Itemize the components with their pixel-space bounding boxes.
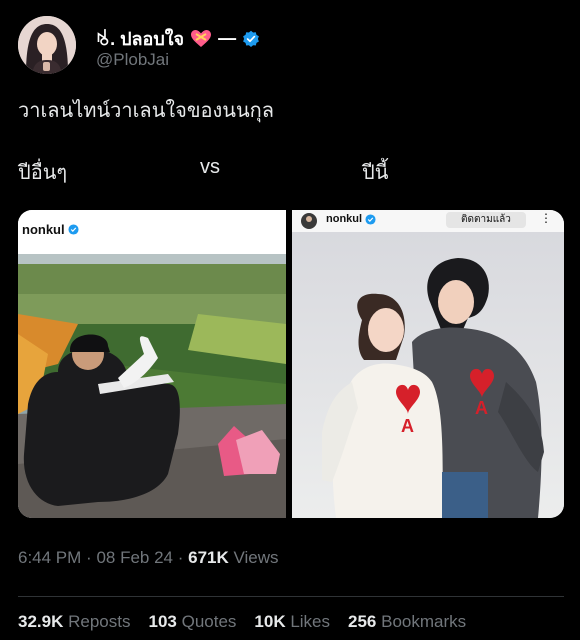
author-name-suffix: — <box>218 28 237 48</box>
heart-with-ribbon-emoji-icon <box>191 29 212 47</box>
photo-man-on-rock <box>18 254 286 518</box>
avatar-image <box>18 16 76 74</box>
reposts-label: Reposts <box>68 612 131 631</box>
author-name-row[interactable]: ꂚ. ปลอบใจ — <box>96 24 260 53</box>
quotes-count: 103 <box>148 612 177 631</box>
username-text: nonkul <box>326 213 363 225</box>
photo-couple-sweaters: A A <box>292 232 564 518</box>
verified-badge-icon <box>68 224 79 235</box>
label-vs: vs <box>200 156 220 178</box>
label-this-year: ปีนี้ <box>362 162 389 184</box>
author-handle[interactable]: @PlobJai <box>96 50 169 70</box>
bookmarks-stat[interactable]: 256 Bookmarks <box>348 612 466 632</box>
engagement-stats: 32.9K Reposts 103 Quotes 10K Likes 256 B… <box>18 612 466 632</box>
verified-badge-icon <box>243 30 259 47</box>
instagram-header-left: nonkul <box>18 210 286 252</box>
tweet-text: วาเลนไทน์วาเลนใจของนนกุล <box>18 100 275 122</box>
meta-separator: · <box>177 548 189 567</box>
author-avatar[interactable] <box>18 16 76 74</box>
following-button[interactable]: ติดตามแล้ว <box>446 212 526 228</box>
bookmarks-label: Bookmarks <box>381 612 467 631</box>
reposts-count: 32.9K <box>18 612 64 631</box>
views-label: Views <box>233 548 279 567</box>
likes-count: 10K <box>254 612 286 631</box>
likes-label: Likes <box>290 612 331 631</box>
meta-separator: · <box>86 548 97 567</box>
instagram-username-left: nonkul <box>22 222 79 237</box>
quotes-label: Quotes <box>181 612 237 631</box>
author-display-name: ꂚ. ปลอบใจ <box>96 29 185 49</box>
more-options-icon[interactable]: ⋮ <box>540 211 552 225</box>
likes-stat[interactable]: 10K Likes <box>254 612 330 632</box>
label-other-years: ปีอื่นๆ <box>18 162 68 184</box>
verified-badge-icon <box>365 213 376 225</box>
views-count: 671K <box>188 548 229 567</box>
tweet-time[interactable]: 6:44 PM <box>18 548 81 567</box>
quotes-stat[interactable]: 103 Quotes <box>148 612 236 632</box>
profile-thumbnail-icon <box>301 213 317 229</box>
tweet-meta: 6:44 PM · 08 Feb 24 · 671K Views <box>18 548 279 568</box>
instagram-username-right: nonkul <box>326 213 376 225</box>
svg-text:A: A <box>475 398 488 418</box>
reposts-stat[interactable]: 32.9K Reposts <box>18 612 130 632</box>
media-panel-other-years[interactable]: nonkul <box>18 210 286 518</box>
username-text: nonkul <box>22 222 65 237</box>
media-panel-this-year[interactable]: nonkul ติดตามแล้ว ⋮ A A <box>292 210 564 518</box>
instagram-header-right: nonkul ติดตามแล้ว ⋮ <box>292 210 564 232</box>
divider <box>18 596 564 597</box>
bookmarks-count: 256 <box>348 612 377 631</box>
tweet-date[interactable]: 08 Feb 24 <box>96 548 173 567</box>
tweet-media[interactable]: nonkul nonkul ติดตามแล้ว ⋮ A A <box>18 210 564 518</box>
svg-text:A: A <box>401 416 414 436</box>
